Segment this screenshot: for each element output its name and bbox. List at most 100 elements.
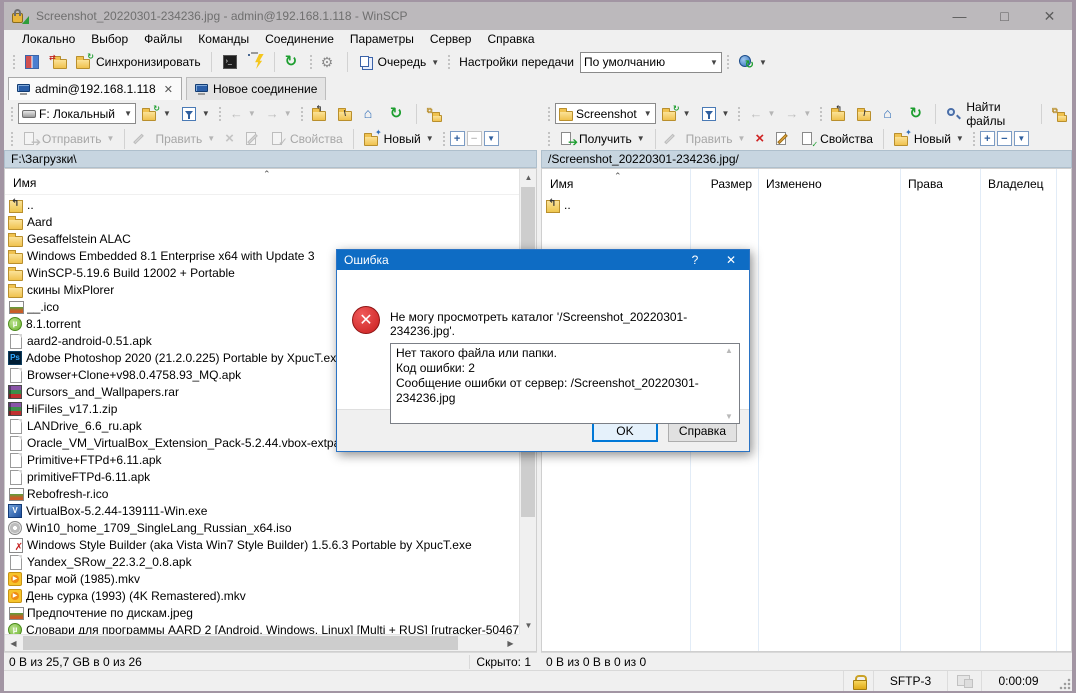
dialog-help-icon[interactable]: ? (677, 253, 713, 267)
dialog-close-icon[interactable]: ✕ (713, 253, 749, 267)
remote-select-button[interactable]: + (980, 131, 995, 146)
file-row[interactable]: .. (542, 196, 1071, 213)
refresh-button[interactable]: ↻ (281, 50, 305, 74)
preferences-button[interactable]: ⚙ (317, 50, 341, 74)
remote-new-button[interactable]: ✦Новый▼ (890, 127, 968, 151)
local-home-directory-button[interactable]: ⌂ (360, 102, 384, 126)
local-column-header[interactable]: Имя ⌃ (5, 169, 536, 195)
remote-unselect-button[interactable]: − (997, 131, 1012, 146)
menu-справка[interactable]: Справка (479, 30, 542, 48)
local-name-column-header[interactable]: Имя (13, 176, 36, 190)
remote-back-button[interactable]: ←▼ (745, 102, 779, 126)
column-header-5[interactable]: Владелец (980, 177, 1071, 191)
remote-filter-button[interactable]: ▼ (697, 102, 734, 126)
menu-файлы[interactable]: Файлы (136, 30, 190, 48)
file-row[interactable]: Враг мой (1985).mkv (5, 570, 519, 587)
menu-параметры[interactable]: Параметры (342, 30, 422, 48)
resize-grip[interactable] (1059, 678, 1071, 690)
local-invert-selection-button[interactable]: ▼ (484, 131, 499, 146)
remote-rename-button[interactable] (770, 127, 794, 151)
synchronize-button[interactable]: ↻ Синхронизировать (72, 50, 205, 74)
column-header-4[interactable]: Права (900, 177, 980, 191)
local-delete-button[interactable]: × (221, 127, 238, 151)
menu-выбор[interactable]: Выбор (83, 30, 136, 48)
synchronize-browsing-toggle-button[interactable]: ▼ (734, 50, 771, 74)
transfer-settings-button[interactable]: Настройки передачи (455, 50, 578, 74)
file-row[interactable]: Primitive+FTPd+6.11.apk (5, 451, 519, 468)
remote-root-directory-button[interactable]: / (853, 102, 877, 126)
remote-forward-button[interactable]: →▼ (781, 102, 815, 126)
compare-panels-button[interactable] (20, 50, 44, 74)
remote-invert-selection-button[interactable]: ▼ (1014, 131, 1029, 146)
remote-edit-button[interactable]: Править▼ (662, 127, 750, 151)
file-row[interactable]: Win10_home_1709_SingleLang_Russian_x64.i… (5, 519, 519, 536)
open-terminal-button[interactable]: ›_ (218, 50, 242, 74)
session-tab-close-icon[interactable]: ✕ (164, 83, 173, 96)
close-button[interactable]: ✕ (1027, 2, 1072, 30)
tab-new-session[interactable]: Новое соединение (186, 77, 327, 100)
remote-directory-combobox[interactable]: Screenshot ▼ (555, 103, 656, 124)
local-properties-button[interactable]: ✓Свойства (266, 127, 347, 151)
tab-session[interactable]: admin@192.168.1.118 ✕ (8, 77, 182, 100)
local-forward-button[interactable]: →▼ (262, 102, 296, 126)
local-path-bar[interactable]: F:\Загрузки\ (4, 150, 537, 168)
find-files-button[interactable]: Найти файлы (942, 102, 1035, 126)
download-button[interactable]: ➔Получить▼ (555, 127, 649, 151)
file-row[interactable]: µСловари для программы AARD 2 [Android, … (5, 621, 519, 634)
local-edit-button[interactable]: Править▼ (131, 127, 219, 151)
server-cell[interactable] (947, 671, 981, 691)
menu-сервер[interactable]: Сервер (422, 30, 480, 48)
remote-parent-directory-button[interactable]: ↰ (827, 102, 851, 126)
file-row[interactable]: Предпочтение по дискам.jpeg (5, 604, 519, 621)
dialog-details-scrollbar[interactable]: ▲▼ (721, 344, 737, 423)
file-row[interactable]: Rebofresh-r.ico (5, 485, 519, 502)
menu-локально[interactable]: Локально (14, 30, 83, 48)
remote-refresh-button[interactable]: ↻ (905, 102, 929, 126)
scroll-thumb[interactable] (23, 636, 458, 650)
scroll-down-arrow[interactable]: ▼ (520, 617, 537, 634)
queue-button[interactable]: Очередь ▼ (354, 50, 444, 74)
queue-dropdown-arrow[interactable]: ▼ (431, 58, 439, 67)
column-header-2[interactable]: Размер (690, 177, 758, 191)
file-row[interactable]: primitiveFTPd-6.11.apk (5, 468, 519, 485)
transfer-preset-combobox[interactable]: По умолчанию ▼ (580, 52, 722, 73)
remote-properties-button[interactable]: ✓Свойства (796, 127, 877, 151)
scroll-left-arrow[interactable]: ◀ (5, 635, 22, 652)
local-filter-button[interactable]: ▼ (177, 102, 214, 126)
remote-path-bar[interactable]: /Screenshot_20220301-234236.jpg/ (541, 150, 1072, 168)
local-back-button[interactable]: ←▼ (226, 102, 260, 126)
local-root-directory-button[interactable]: \ (334, 102, 358, 126)
file-row[interactable]: День сурка (1993) (4K Remastered).mkv (5, 587, 519, 604)
console-button[interactable] (244, 50, 268, 74)
file-row[interactable]: Aard (5, 213, 519, 230)
file-row[interactable]: VVirtualBox-5.2.44-139111-Win.exe (5, 502, 519, 519)
menu-соединение[interactable]: Соединение (257, 30, 342, 48)
upload-button[interactable]: ➔Отправить▼ (18, 127, 118, 151)
local-open-in-explorer-button[interactable]: ⧉ (423, 102, 447, 126)
remote-open-in-explorer-button[interactable]: ⧉ (1048, 102, 1072, 126)
file-row[interactable]: .. (5, 196, 519, 213)
remote-home-directory-button[interactable]: ⌂ (879, 102, 903, 126)
local-unselect-button[interactable]: − (467, 131, 482, 146)
minimize-button[interactable]: — (937, 2, 982, 30)
scroll-up-arrow[interactable]: ▲ (520, 169, 537, 186)
local-select-button[interactable]: + (450, 131, 465, 146)
file-row[interactable]: Yandex_SRow_22.3.2_0.8.apk (5, 553, 519, 570)
file-row[interactable]: Windows Style Builder (aka Vista Win7 St… (5, 536, 519, 553)
drive-combobox[interactable]: F: Локальный дис ▼ (18, 103, 136, 124)
local-status-hidden[interactable]: Скрыто: 1 (469, 655, 537, 669)
dialog-details-box[interactable]: Нет такого файла или папки. Код ошибки: … (390, 343, 740, 424)
local-horizontal-scrollbar[interactable]: ◀ ▶ (5, 634, 519, 651)
remote-open-directory-button[interactable]: ↻▼ (658, 102, 695, 126)
protocol-cell[interactable]: SFTP-3 (873, 671, 947, 691)
maximize-button[interactable]: □ (982, 2, 1027, 30)
file-row[interactable]: Gesaffelstein ALAC (5, 230, 519, 247)
local-rename-button[interactable] (240, 127, 264, 151)
local-new-button[interactable]: ✦Новый▼ (360, 127, 438, 151)
local-refresh-button[interactable]: ↻ (386, 102, 410, 126)
globe-dropdown-arrow[interactable]: ▼ (759, 58, 767, 67)
synchronize-browsing-button[interactable]: ⇄ (46, 50, 70, 74)
local-open-directory-button[interactable]: ↻▼ (138, 102, 175, 126)
encryption-cell[interactable] (843, 671, 873, 691)
transfer-preset-dropdown-arrow[interactable]: ▼ (706, 58, 718, 67)
